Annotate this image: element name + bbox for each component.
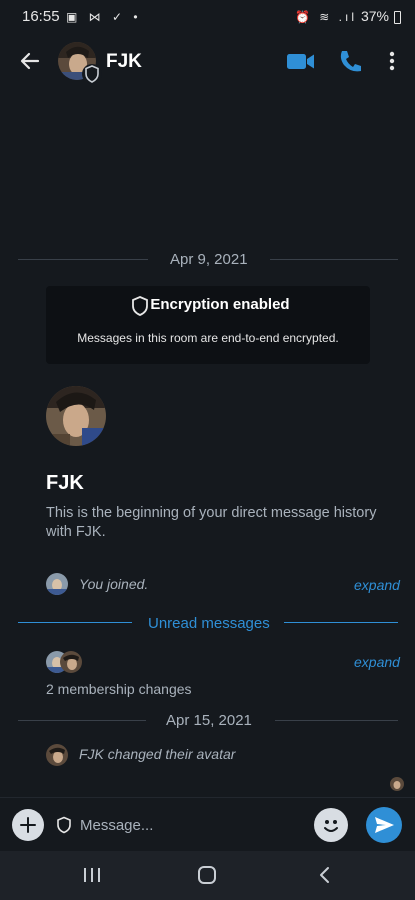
phone-icon	[340, 51, 361, 72]
room-avatar-large[interactable]	[46, 386, 106, 446]
membership-changes-summary: 2 membership changes	[46, 681, 192, 697]
battery-level: 37%	[360, 8, 389, 24]
avatar-change-event-text: FJK changed their avatar	[79, 746, 236, 762]
encryption-description: Messages in this room are end-to-end enc…	[77, 331, 339, 345]
home-button[interactable]	[196, 864, 218, 886]
home-icon	[198, 866, 216, 884]
expand-link[interactable]: expand	[354, 577, 400, 593]
more-options-button[interactable]	[382, 47, 402, 75]
emoji-button[interactable]	[314, 808, 348, 842]
message-input[interactable]	[80, 812, 300, 838]
arrow-left-icon	[20, 52, 40, 70]
room-heading: FJK	[46, 472, 84, 494]
plus-icon	[20, 817, 36, 833]
video-call-button[interactable]	[286, 47, 316, 75]
date-separator: Apr 15, 2021	[0, 709, 415, 733]
date-label: Apr 9, 2021	[170, 251, 248, 268]
message-timeline[interactable]: Apr 9, 2021 Encryption enabled Messages …	[0, 90, 415, 797]
read-receipt-avatar[interactable]	[390, 777, 404, 791]
back-button[interactable]	[16, 47, 44, 75]
encryption-title: Encryption enabled	[150, 296, 290, 313]
status-time: 16:55	[22, 8, 60, 25]
message-composer	[0, 797, 415, 851]
divider	[270, 259, 398, 260]
status-bar: 16:55 ▣ ⋈ ✓ • ⏰ ≋ .ıl 37%	[0, 0, 415, 34]
battery-icon	[394, 11, 401, 24]
room-header: FJK	[0, 34, 415, 90]
user-avatar[interactable]	[46, 744, 68, 766]
room-name[interactable]: FJK	[106, 51, 142, 73]
back-icon	[320, 867, 329, 883]
user-avatar[interactable]	[46, 573, 68, 595]
encryption-badge	[82, 64, 102, 84]
video-camera-icon	[287, 54, 314, 69]
more-vertical-icon	[389, 51, 395, 71]
system-icons: ⏰ ≋ .ıl	[295, 10, 357, 24]
room-intro-text: This is the beginning of your direct mes…	[46, 505, 377, 540]
divider	[284, 622, 398, 623]
notification-icons: ▣ ⋈ ✓ •	[66, 10, 142, 24]
send-button[interactable]	[366, 807, 402, 843]
system-navigation-bar	[0, 851, 415, 900]
expand-link[interactable]: expand	[354, 654, 400, 670]
shield-icon	[85, 65, 99, 83]
divider	[275, 720, 398, 721]
smiley-icon	[324, 820, 338, 832]
voice-call-button[interactable]	[337, 47, 363, 75]
encryption-notice: Encryption enabled Messages in this room…	[46, 286, 370, 364]
date-label: Apr 15, 2021	[166, 712, 252, 729]
divider	[18, 720, 146, 721]
attach-button[interactable]	[12, 809, 44, 841]
date-separator: Apr 9, 2021	[0, 248, 415, 272]
send-icon	[375, 817, 394, 833]
unread-messages-separator: Unread messages	[0, 612, 415, 634]
divider	[18, 259, 148, 260]
unread-label: Unread messages	[148, 615, 270, 632]
shield-icon	[57, 816, 71, 834]
divider	[18, 622, 132, 623]
joined-event-text: You joined.	[79, 576, 149, 592]
member-avatar	[60, 651, 82, 673]
recent-apps-icon	[84, 868, 100, 882]
back-nav-button[interactable]	[314, 863, 336, 887]
recent-apps-button[interactable]	[80, 865, 104, 885]
